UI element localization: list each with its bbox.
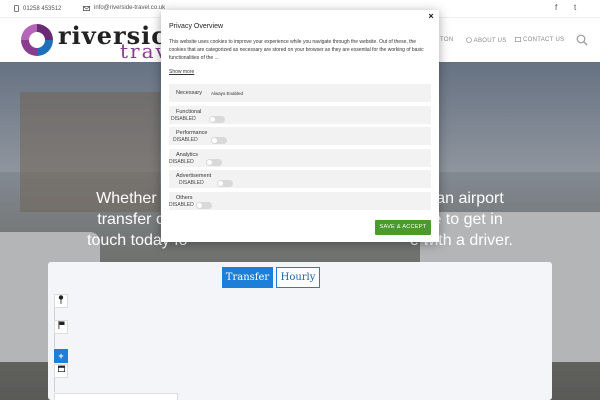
mail-icon — [83, 5, 90, 11]
category-status: DISABLED — [169, 202, 194, 208]
nav-contact-label: CONTACT US — [522, 37, 565, 43]
category-others[interactable]: Others DISABLED — [169, 192, 431, 210]
category-performance[interactable]: Performance DISABLED — [169, 127, 431, 145]
category-necessary[interactable]: Necessary Always Enabled — [169, 84, 431, 102]
map-pin-icon — [58, 295, 64, 304]
facebook-icon[interactable]: f — [555, 3, 557, 12]
category-toggle[interactable] — [209, 116, 225, 123]
pickup-location-field[interactable] — [54, 294, 68, 308]
flag-icon — [58, 321, 64, 329]
dropoff-location-field[interactable] — [54, 320, 68, 334]
toggle-knob — [207, 160, 212, 165]
route-connector — [54, 378, 64, 392]
category-toggle[interactable] — [196, 202, 212, 209]
nav-item-about[interactable]: ABOUT US — [466, 37, 507, 44]
category-status: DISABLED — [173, 137, 198, 143]
modal-title: Privacy Overview — [169, 23, 224, 30]
tab-transfer[interactable]: Transfer — [222, 267, 273, 288]
category-label: Necessary — [176, 90, 202, 96]
email-address: info@riverside-travel.co.uk — [94, 5, 166, 11]
booking-panel: Transfer Hourly + — [48, 262, 552, 400]
category-status: DISABLED — [171, 116, 196, 122]
tab-hourly[interactable]: Hourly — [276, 267, 320, 288]
toggle-knob — [210, 117, 215, 122]
category-toggle[interactable] — [211, 137, 227, 144]
logo[interactable]: riversic trav — [18, 21, 168, 61]
save-accept-button[interactable]: SAVE & ACCEPT — [375, 220, 431, 235]
category-toggle[interactable] — [217, 180, 233, 187]
email-contact[interactable]: info@riverside-travel.co.uk — [83, 5, 165, 11]
route-connector — [54, 334, 64, 348]
modal-description: This website uses cookies to improve you… — [169, 39, 424, 61]
calendar-icon — [57, 365, 65, 373]
search-icon[interactable] — [576, 34, 588, 46]
twitter-icon[interactable]: t — [574, 3, 576, 12]
category-functional[interactable]: Functional DISABLED — [169, 106, 431, 124]
category-status: DISABLED — [179, 180, 204, 186]
category-toggle[interactable] — [206, 159, 222, 166]
category-label: Advertisement — [176, 173, 212, 179]
show-more-link[interactable]: Show more — [169, 69, 194, 75]
time-field[interactable] — [54, 393, 178, 400]
phone-contact[interactable]: 01258 453512 — [14, 5, 61, 12]
phone-icon — [14, 5, 19, 12]
nav-item-partial[interactable]: TON — [440, 37, 453, 43]
category-label: Performance — [176, 130, 208, 136]
logo-swirl-icon — [20, 23, 54, 57]
envelope-icon — [515, 37, 522, 43]
date-field[interactable] — [54, 364, 68, 378]
nav-about-label: ABOUT US — [473, 38, 507, 44]
category-analytics[interactable]: Analytics DISABLED — [169, 149, 431, 167]
privacy-modal: × Privacy Overview This website uses coo… — [161, 10, 439, 242]
phone-number: 01258 453512 — [23, 5, 62, 12]
add-waypoint-button[interactable]: + — [54, 349, 68, 363]
category-label: Analytics — [176, 152, 199, 158]
category-label: Functional — [176, 109, 202, 115]
category-status: DISABLED — [169, 159, 194, 165]
category-advertisement[interactable]: Advertisement DISABLED — [169, 170, 431, 188]
always-enabled-label: Always Enabled — [211, 91, 244, 96]
toggle-knob — [197, 203, 202, 208]
close-icon[interactable]: × — [425, 10, 437, 22]
toggle-knob — [212, 138, 217, 143]
toggle-knob — [218, 181, 223, 186]
info-icon — [466, 37, 472, 43]
category-label: Others — [176, 195, 193, 201]
nav-item-contact[interactable]: CONTACT US — [515, 37, 564, 43]
